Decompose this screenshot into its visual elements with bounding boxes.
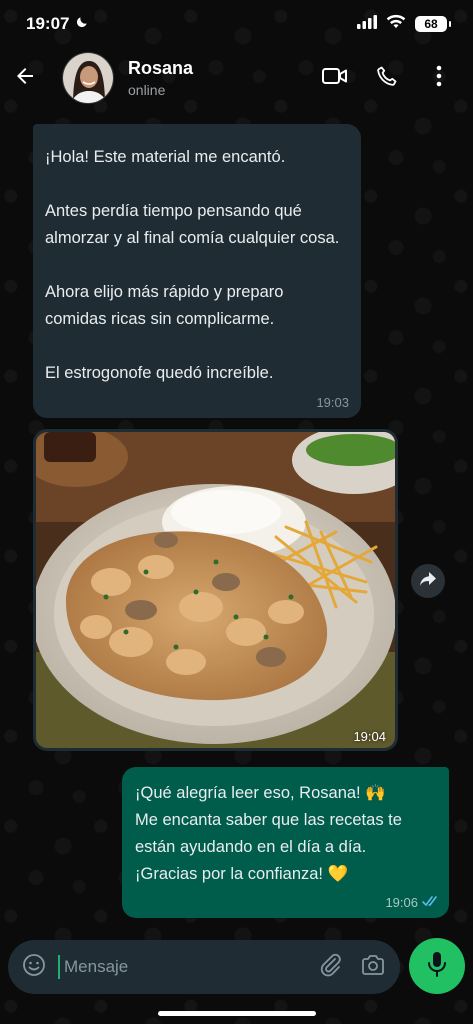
message-text: ¡Qué alegría leer eso, Rosana! 🙌: [135, 784, 386, 802]
forward-button[interactable]: [411, 564, 445, 598]
message-text: ¡Gracias por la confianza! 💛: [135, 865, 349, 883]
message-text: Ahora elijo más rápido y preparo comidas…: [45, 283, 284, 328]
message-text: El estrogonofe quedó increíble.: [45, 364, 274, 382]
status-time: 19:07: [26, 14, 70, 33]
double-check-icon: [422, 895, 439, 910]
forward-arrow-icon: [419, 571, 437, 592]
message-time: 19:06: [385, 895, 418, 910]
voice-call-button[interactable]: [373, 64, 401, 92]
message-time: 19:03: [316, 395, 349, 410]
more-options-button[interactable]: [425, 64, 453, 92]
battery-indicator: 68: [415, 16, 451, 32]
message-text: ¡Hola! Este material me encantó.: [45, 148, 286, 166]
incoming-image-message[interactable]: 19:04: [33, 429, 398, 751]
moon-icon: [75, 14, 89, 34]
phone-icon: [375, 64, 399, 93]
arrow-left-icon: [13, 64, 37, 93]
camera-icon: [361, 954, 385, 981]
message-input[interactable]: [58, 955, 304, 979]
video-camera-icon: [322, 66, 348, 91]
message-meta: 19:06: [385, 895, 439, 910]
message-time: 19:04: [353, 729, 386, 744]
status-bar: 19:07 68: [0, 0, 473, 48]
chat-header: Rosana online: [0, 48, 473, 108]
message-composer: [8, 940, 400, 994]
contact-name: Rosana: [128, 58, 194, 78]
food-photo: [36, 432, 395, 748]
outgoing-message[interactable]: ¡Qué alegría leer eso, Rosana! 🙌 Me enca…: [122, 767, 449, 918]
signal-icon: [357, 14, 377, 34]
microphone-icon: [426, 951, 448, 982]
avatar[interactable]: [62, 52, 114, 104]
emoji-button[interactable]: [20, 953, 48, 981]
more-vertical-icon: [436, 65, 442, 92]
message-text: Antes perdía tiempo pensando qué almorza…: [45, 202, 340, 247]
contact-info[interactable]: Rosana online: [128, 58, 321, 98]
home-indicator[interactable]: [158, 1011, 316, 1016]
contact-status: online: [128, 82, 166, 98]
back-button[interactable]: [12, 65, 38, 91]
incoming-message[interactable]: ¡Hola! Este material me encantó. Antes p…: [33, 124, 361, 418]
message-text: Me encanta saber que las recetas te está…: [135, 811, 402, 856]
camera-button[interactable]: [358, 952, 388, 982]
attach-button[interactable]: [316, 952, 346, 982]
video-call-button[interactable]: [321, 64, 349, 92]
paperclip-icon: [320, 953, 342, 982]
voice-message-button[interactable]: [409, 938, 465, 994]
emoji-icon: [22, 953, 46, 982]
wifi-icon: [386, 14, 406, 34]
